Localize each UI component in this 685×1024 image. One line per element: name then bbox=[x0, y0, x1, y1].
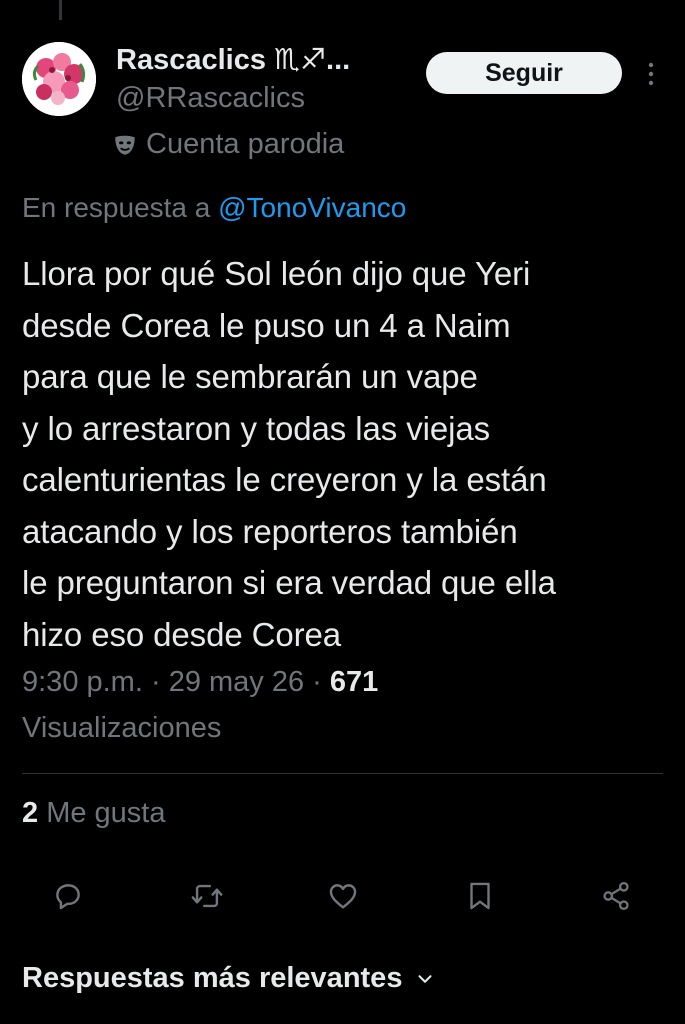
tweet-actions-bar bbox=[0, 874, 685, 918]
share-button[interactable] bbox=[594, 874, 638, 918]
reply-button[interactable] bbox=[46, 874, 90, 918]
meta-separator-2: · bbox=[304, 666, 330, 698]
chevron-down-icon bbox=[418, 974, 432, 983]
tweet-date[interactable]: 29 may 26 bbox=[169, 666, 304, 698]
meta-separator-1: · bbox=[142, 666, 169, 698]
divider bbox=[22, 773, 663, 774]
retweet-button[interactable] bbox=[185, 874, 229, 918]
avatar[interactable] bbox=[22, 42, 96, 116]
tweet-metadata: 9:30 p.m. · 29 may 26 · 671 bbox=[22, 666, 378, 699]
more-options-icon[interactable] bbox=[640, 58, 662, 90]
author-handle[interactable]: @RRascaclics bbox=[116, 82, 305, 115]
follow-button[interactable]: Seguir bbox=[426, 52, 622, 94]
reply-context-prefix: En respuesta a bbox=[22, 192, 219, 223]
bookmark-button[interactable] bbox=[458, 874, 502, 918]
tweet-text: Llora por qué Sol león dijo que Yeri des… bbox=[22, 255, 556, 653]
bookmark-icon bbox=[470, 882, 490, 910]
likes-summary[interactable]: 2 Me gusta bbox=[22, 797, 165, 830]
reply-mention-link[interactable]: @TonoVivanco bbox=[218, 192, 406, 223]
replies-sort-selector[interactable]: Respuestas más relevantes bbox=[22, 962, 436, 995]
parody-account-label: Cuenta parodia bbox=[112, 128, 344, 161]
parody-mask-icon bbox=[115, 135, 135, 155]
views-label: Visualizaciones bbox=[22, 712, 222, 744]
heart-icon bbox=[329, 884, 357, 909]
parody-label-text: Cuenta parodia bbox=[146, 128, 345, 160]
author-display-name[interactable]: Rascaclics ♏♐... bbox=[116, 42, 350, 77]
tweet-time[interactable]: 9:30 p.m. bbox=[22, 666, 143, 698]
replies-sort-label: Respuestas más relevantes bbox=[22, 962, 403, 994]
retweet-icon bbox=[191, 884, 223, 908]
thread-connector-line bbox=[59, 0, 62, 20]
likes-count: 2 bbox=[22, 797, 39, 829]
like-button[interactable] bbox=[321, 874, 365, 918]
avatar-flowers-image bbox=[22, 42, 96, 116]
reply-icon bbox=[56, 884, 80, 910]
reply-context: En respuesta a @TonoVivanco bbox=[22, 192, 406, 224]
likes-label: Me gusta bbox=[38, 797, 166, 829]
share-icon bbox=[603, 881, 629, 911]
views-count: 671 bbox=[329, 666, 379, 698]
